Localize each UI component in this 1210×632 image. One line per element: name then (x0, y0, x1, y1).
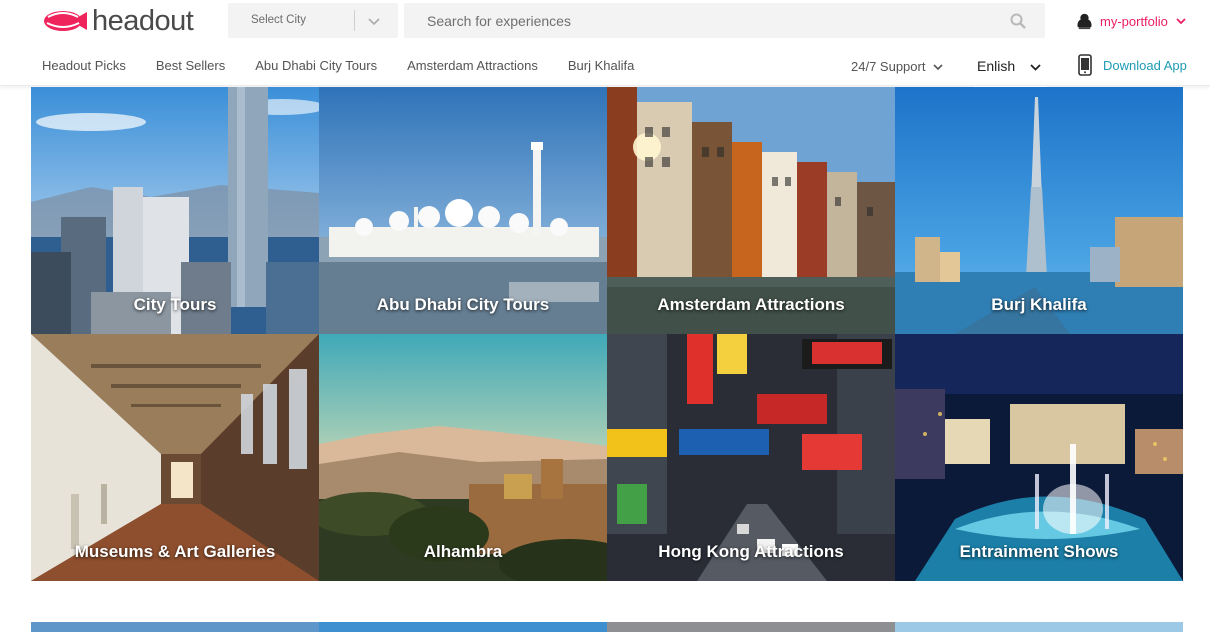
user-name: my-portfolio (1100, 13, 1168, 29)
language-dropdown[interactable]: Enlish (973, 51, 1047, 88)
support-label: 24/7 Support (851, 59, 926, 74)
nav-item-abu-dhabi-city-tours[interactable]: Abu Dhabi City Tours (255, 58, 377, 73)
headout-logo[interactable]: headout (42, 5, 194, 37)
support-dropdown[interactable]: 24/7 Support (851, 59, 944, 74)
category-nav: Headout Picks Best Sellers Abu Dhabi Cit… (0, 44, 1210, 88)
avatar-icon (1077, 13, 1092, 29)
city-select[interactable]: Select City (228, 3, 398, 38)
language-value: Enlish (977, 58, 1016, 74)
category-tile-entertainment-shows[interactable]: Entrainment Shows (895, 334, 1183, 581)
chevron-down-icon (1030, 64, 1041, 71)
top-bar: headout Select City my-portfolio (0, 0, 1210, 44)
tile-title: Abu Dhabi City Tours (376, 295, 550, 314)
next-row-tile-peek (895, 622, 1183, 632)
category-tile-abu-dhabi-city-tours[interactable]: Abu Dhabi City Tours (319, 87, 607, 334)
search-input[interactable] (404, 3, 1004, 38)
tile-title: Hong Kong Attractions (658, 542, 844, 561)
tile-title: Alhambra (423, 542, 503, 561)
tile-title: Entrainment Shows (959, 542, 1119, 561)
next-row-tile-peek (607, 622, 895, 632)
logo-text: headout (92, 5, 194, 37)
nav-item-amsterdam-attractions[interactable]: Amsterdam Attractions (407, 58, 538, 73)
chevron-down-icon[interactable] (366, 13, 382, 29)
category-tile-hong-kong-attractions[interactable]: Hong Kong Attractions (607, 334, 895, 581)
next-row-tile-peek (319, 622, 607, 632)
tile-title: Museums & Art Galleries (74, 542, 276, 561)
nav-item-best-sellers[interactable]: Best Sellers (156, 58, 225, 73)
download-app-label: Download App (1103, 57, 1187, 73)
search-bar (404, 3, 1045, 38)
blimp-logo-icon (44, 11, 87, 31)
category-tile-burj-khalifa[interactable]: Burj Khalifa (895, 87, 1183, 334)
user-menu[interactable]: my-portfolio (1075, 10, 1186, 32)
tile-title: City Tours (133, 295, 217, 314)
city-select-label: Select City (251, 14, 306, 26)
nav-item-headout-picks[interactable]: Headout Picks (42, 58, 126, 73)
search-icon[interactable] (1010, 13, 1026, 29)
category-tile-amsterdam-attractions[interactable]: Amsterdam Attractions (607, 87, 895, 334)
category-tile-alhambra[interactable]: Alhambra (319, 334, 607, 581)
category-tile-city-tours[interactable]: City Tours (31, 87, 319, 334)
nav-links: Headout Picks Best Sellers Abu Dhabi Cit… (42, 58, 664, 73)
tile-title: Amsterdam Attractions (657, 295, 845, 314)
phone-icon (1078, 54, 1092, 76)
chevron-down-icon (1176, 18, 1186, 25)
nav-item-burj-khalifa[interactable]: Burj Khalifa (568, 58, 634, 73)
tile-title: Burj Khalifa (991, 295, 1087, 314)
next-row-tile-peek (31, 622, 319, 632)
chevron-down-icon (933, 63, 944, 70)
category-tile-museums-art-galleries[interactable]: Museums & Art Galleries (31, 334, 319, 581)
download-app-link[interactable]: Download App (1077, 54, 1187, 76)
city-select-divider (354, 10, 355, 31)
